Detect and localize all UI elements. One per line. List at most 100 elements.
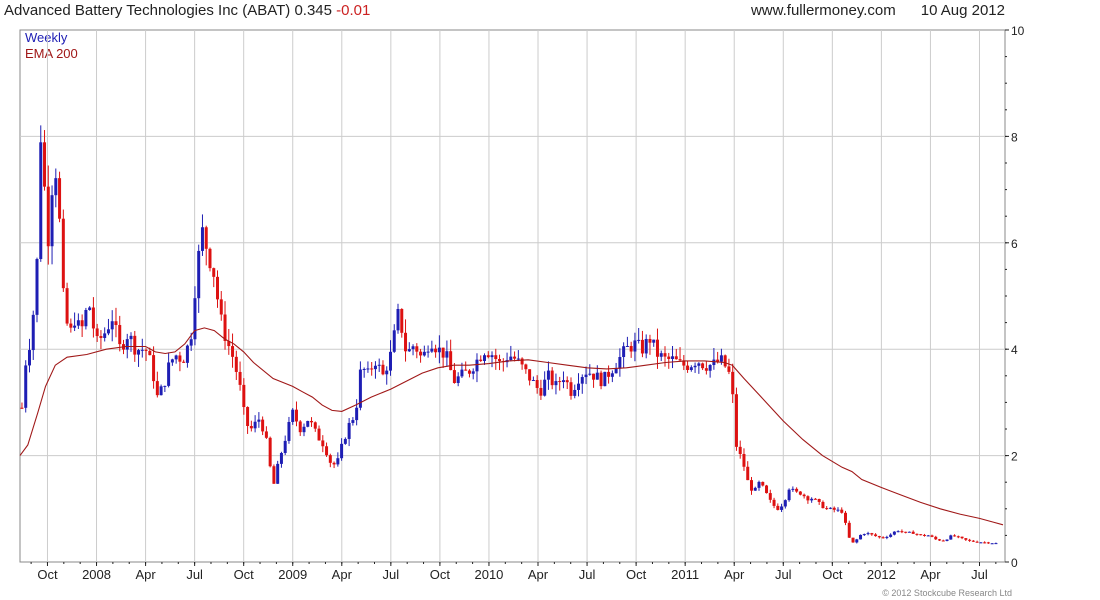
- candle-body: [648, 338, 652, 343]
- x-tick-label: Jul: [186, 567, 203, 582]
- candle-body: [385, 370, 389, 375]
- candle-body: [80, 320, 84, 327]
- candle-body: [110, 321, 114, 330]
- candle-body: [276, 463, 280, 484]
- candle-body: [520, 358, 524, 365]
- candle-body: [531, 380, 535, 382]
- candle-body: [486, 355, 490, 358]
- candle-body: [975, 541, 979, 543]
- candle-body: [719, 355, 723, 362]
- candle-body: [588, 373, 592, 375]
- copyright: © 2012 Stockcube Research Ltd: [882, 588, 1012, 598]
- candle-body: [881, 537, 885, 539]
- candle-body: [693, 365, 697, 368]
- candle-body: [253, 421, 257, 429]
- candle-body: [407, 349, 411, 352]
- candle-body: [780, 506, 784, 510]
- candle-body: [595, 372, 599, 380]
- candle-body: [167, 362, 171, 386]
- candle-body: [592, 373, 596, 380]
- candle-body: [689, 367, 693, 371]
- x-tick-label: Apr: [135, 567, 156, 582]
- candle-body: [437, 347, 441, 353]
- candle-body: [140, 349, 144, 351]
- candle-body: [949, 535, 953, 540]
- candle-body: [170, 359, 174, 363]
- candle-body: [866, 533, 870, 535]
- candle-body: [851, 537, 855, 543]
- candle-body: [84, 309, 88, 327]
- candle-body: [938, 539, 942, 541]
- candle-body: [678, 359, 682, 361]
- x-tick-label: 2010: [474, 567, 503, 582]
- y-tick-label: 0: [1011, 556, 1018, 570]
- candle-body: [528, 369, 532, 381]
- candle-body: [787, 489, 791, 501]
- candle-body: [91, 307, 95, 329]
- candle-body: [543, 379, 547, 396]
- candle-body: [580, 377, 584, 384]
- x-tick-label: 2008: [82, 567, 111, 582]
- candle-body: [106, 329, 110, 334]
- candle-body: [396, 308, 400, 331]
- candle-body: [558, 381, 562, 383]
- candle-body: [614, 368, 618, 374]
- x-tick-label: Jul: [775, 567, 792, 582]
- candle-body: [471, 371, 475, 374]
- candle-body: [430, 348, 434, 352]
- candle-body: [148, 350, 152, 356]
- candle-body: [847, 522, 851, 538]
- candle-body: [464, 369, 468, 371]
- candle-body: [727, 366, 731, 372]
- y-tick-label: 8: [1011, 130, 1018, 144]
- candle-body: [46, 186, 50, 247]
- candle-body: [475, 359, 479, 372]
- candle-body: [870, 533, 874, 535]
- candle-body: [761, 481, 765, 486]
- candle-body: [88, 307, 92, 310]
- candle-body: [618, 357, 622, 369]
- candle-body: [610, 373, 614, 377]
- candle-body: [922, 534, 926, 536]
- candle-body: [313, 422, 317, 429]
- candle-body: [216, 276, 220, 300]
- candles: [20, 125, 998, 545]
- candle-body: [765, 485, 769, 494]
- x-tick-label: Oct: [822, 567, 843, 582]
- candle-body: [197, 250, 201, 299]
- candle-body: [31, 314, 35, 351]
- candle-body: [573, 389, 577, 396]
- candle-body: [95, 328, 99, 337]
- candle-body: [776, 505, 780, 510]
- candle-body: [723, 355, 727, 367]
- candle-body: [467, 370, 471, 374]
- candle-body: [569, 382, 573, 396]
- candle-body: [294, 409, 298, 422]
- candle-body: [283, 440, 287, 453]
- candle-body: [20, 407, 24, 409]
- candle-body: [310, 420, 314, 423]
- candle-body: [24, 365, 28, 408]
- candle-body: [945, 539, 949, 541]
- candle-body: [419, 351, 423, 356]
- candle-body: [163, 385, 167, 387]
- x-tick-label: Oct: [626, 567, 647, 582]
- candle-body: [58, 178, 62, 219]
- candle-body: [445, 351, 449, 358]
- candle-body: [347, 422, 351, 439]
- candle-body: [821, 501, 825, 509]
- candle-body: [114, 321, 118, 326]
- candle-body: [825, 508, 829, 510]
- candle-body: [840, 509, 844, 513]
- x-tick-label: Oct: [430, 567, 451, 582]
- candle-body: [449, 351, 453, 371]
- candle-body: [43, 142, 47, 187]
- candle-body: [994, 543, 998, 545]
- candle-body: [983, 542, 987, 544]
- candle-body: [546, 370, 550, 380]
- candle-body: [941, 540, 945, 542]
- candle-body: [328, 455, 332, 463]
- candle-body: [373, 365, 377, 370]
- candle-body: [806, 496, 810, 501]
- candle-body: [810, 498, 814, 501]
